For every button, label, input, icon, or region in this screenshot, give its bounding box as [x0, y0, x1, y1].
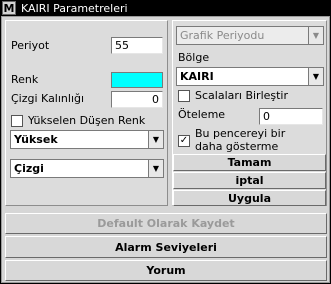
period-source-select[interactable]: Grafik Periyodu ▼	[176, 26, 324, 45]
save-default-button[interactable]: Default Olarak Kaydet	[5, 213, 327, 234]
chevron-down-icon[interactable]: ▼	[308, 27, 323, 44]
color-label: Renk	[11, 73, 39, 86]
period-source-value: Grafik Periyodu	[180, 29, 265, 42]
app-icon: M	[2, 1, 16, 15]
region-select[interactable]: KAIRI ▼	[176, 67, 324, 86]
level-select[interactable]: Yüksek ▼	[10, 130, 164, 149]
cancel-button[interactable]: iptal	[173, 172, 326, 189]
updown-color-label: Yükselen Düşen Renk	[28, 114, 146, 127]
chevron-down-icon[interactable]: ▼	[148, 160, 163, 177]
comment-button[interactable]: Yorum	[5, 260, 327, 281]
offset-input[interactable]: 0	[259, 108, 323, 125]
offset-label: Öteleme	[178, 108, 226, 121]
ok-button[interactable]: Tamam	[173, 154, 326, 171]
thickness-input[interactable]: 0	[111, 91, 163, 108]
thickness-label: Çizgi Kalınlığı	[11, 92, 85, 105]
updown-color-checkbox[interactable]	[11, 115, 23, 127]
merge-scales-label: Scalaları Birleştir	[195, 89, 289, 102]
style-select[interactable]: Çizgi ▼	[10, 159, 164, 178]
region-label: Bölge	[178, 51, 210, 64]
window-title: KAIRI Parametreleri	[21, 1, 128, 15]
level-select-value: Yüksek	[14, 133, 58, 146]
color-swatch[interactable]	[111, 72, 163, 88]
period-label: Periyot	[11, 39, 50, 52]
apply-button[interactable]: Uygula	[173, 190, 326, 206]
period-input[interactable]: 55	[111, 37, 163, 54]
check-icon: ✓	[179, 135, 189, 146]
right-panel: Grafik Periyodu ▼ Bölge KAIRI ▼ Scalalar…	[172, 20, 327, 206]
dont-show-checkbox[interactable]: ✓	[178, 135, 190, 147]
dialog-frame: Periyot 55 Renk Çizgi Kalınlığı 0 Yüksel…	[1, 16, 330, 283]
title-bar[interactable]: M KAIRI Parametreleri	[0, 0, 331, 16]
chevron-down-icon[interactable]: ▼	[308, 68, 323, 85]
left-panel: Periyot 55 Renk Çizgi Kalınlığı 0 Yüksel…	[5, 20, 168, 206]
alarm-levels-button[interactable]: Alarm Seviyeleri	[5, 236, 327, 258]
region-select-value: KAIRI	[180, 70, 214, 83]
dont-show-label: Bu pencereyi bir daha gösterme	[195, 127, 286, 153]
style-select-value: Çizgi	[14, 162, 44, 175]
chevron-down-icon[interactable]: ▼	[148, 131, 163, 148]
merge-scales-checkbox[interactable]	[178, 90, 190, 102]
